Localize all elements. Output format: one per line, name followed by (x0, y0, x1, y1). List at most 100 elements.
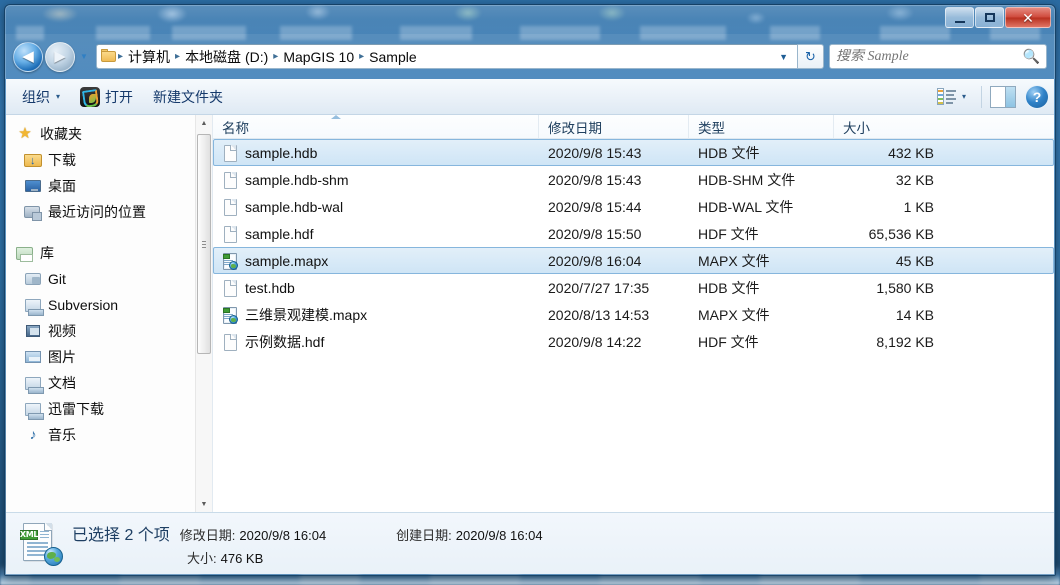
cell-name: 示例数据.hdf (214, 332, 539, 352)
sidebar-item-subversion[interactable]: Subversion (16, 292, 212, 318)
scroll-down-icon[interactable]: ▼ (196, 496, 212, 513)
close-button[interactable]: ✕ (1005, 7, 1051, 28)
maximize-icon (976, 8, 1003, 27)
cell-modified-date: 2020/8/13 14:53 (548, 306, 650, 323)
column-header-date[interactable]: 修改日期 (538, 115, 688, 138)
sidebar-item-label: 最近访问的位置 (48, 204, 146, 220)
change-view-button[interactable]: ▾ (930, 84, 973, 110)
sidebar-item-label: 视频 (48, 323, 76, 339)
column-label: 大小 (843, 120, 870, 136)
cell-modified-date: 2020/9/8 15:50 (548, 225, 642, 242)
chevron-down-icon: ▾ (961, 92, 966, 101)
breadcrumb-item-mapgis10[interactable]: MapGIS 10 (279, 47, 358, 67)
generic-file-icon (222, 279, 238, 297)
refresh-icon: ↻ (805, 48, 816, 64)
scrollbar-thumb[interactable] (197, 134, 211, 354)
close-icon: ✕ (1022, 9, 1034, 26)
table-row[interactable]: test.hdb 2020/7/27 17:35 HDB 文件 1,580 KB (213, 274, 1054, 301)
size-label: 大小: (187, 550, 217, 566)
table-row[interactable]: sample.hdb-wal 2020/9/8 15:44 HDB-WAL 文件 1 … (213, 193, 1054, 220)
table-row[interactable]: sample.hdb-shm 2020/9/8 15:43 HDB-SHM 文件 32… (213, 166, 1054, 193)
back-button[interactable]: ◀ (13, 41, 43, 72)
cell-name: sample.hdb-wal (214, 198, 539, 216)
breadcrumb-separator[interactable]: ▸ (117, 51, 124, 62)
column-header-size[interactable]: 大小 (833, 115, 943, 138)
search-input[interactable] (836, 48, 1023, 65)
cell-modified-date: 2020/9/8 15:43 (548, 144, 642, 161)
sidebar-item-xunlei-downloads[interactable]: 迅雷下载 (16, 396, 212, 422)
sidebar-item-label: Git (48, 271, 66, 287)
cell-name: sample.mapx (214, 252, 539, 270)
search-box[interactable]: 🔍 (829, 44, 1047, 69)
sidebar-item-label: 下载 (48, 152, 76, 168)
sort-ascending-icon (331, 115, 341, 119)
maximize-button[interactable] (975, 7, 1004, 28)
breadcrumb-separator[interactable]: ▸ (272, 51, 279, 62)
nav-group-spacer (16, 225, 212, 240)
nav-group-label: 库 (40, 245, 54, 261)
window-body: ★ 收藏夹 下载 桌面 最近访问的位置 库 (6, 115, 1054, 513)
new-folder-button[interactable]: 新建文件夹 (143, 84, 233, 110)
file-name: sample.mapx (245, 252, 329, 269)
table-row[interactable]: sample.hdb 2020/9/8 15:43 HDB 文件 432 KB (213, 139, 1054, 166)
sidebar-item-desktop[interactable]: 桌面 (16, 173, 212, 199)
breadcrumb-item-computer[interactable]: 计算机 (124, 45, 174, 69)
cell-type: HDB-SHM 文件 (698, 171, 796, 188)
breadcrumb-separator[interactable]: ▸ (358, 51, 365, 62)
back-arrow-icon: ◀ (22, 48, 34, 65)
cell-name: 三维景观建模.mapx (214, 305, 539, 325)
breadcrumb: ▸ 计算机 ▸ 本地磁盘 (D:) ▸ MapGIS 10 ▸ Sample (117, 45, 421, 69)
cell-name: test.hdb (214, 279, 539, 297)
table-row[interactable]: 三维景观建模.mapx 2020/8/13 14:53 MAPX 文件 14 KB (213, 301, 1054, 328)
sidebar-item-git[interactable]: Git (16, 266, 212, 292)
download-folder-icon (24, 152, 42, 168)
nav-group-libraries[interactable]: 库 (16, 240, 212, 266)
file-name: test.hdb (245, 279, 295, 296)
file-name: sample.hdb (245, 144, 318, 161)
recent-pages-button[interactable]: ▼ (77, 48, 91, 66)
toolbar-divider (981, 85, 982, 108)
sidebar-item-label: Subversion (48, 297, 119, 313)
pictures-library-icon (24, 349, 42, 365)
video-library-icon (24, 323, 42, 339)
generic-file-icon (222, 198, 238, 216)
column-label: 修改日期 (548, 120, 602, 136)
scroll-up-icon[interactable]: ▲ (196, 115, 212, 132)
column-header-row: 名称 修改日期 类型 大小 (213, 115, 1054, 139)
sidebar-item-pictures[interactable]: 图片 (16, 344, 212, 370)
sidebar-item-music[interactable]: ♪ 音乐 (16, 422, 212, 448)
open-button[interactable]: 打开 (70, 84, 143, 110)
breadcrumb-item-sample[interactable]: Sample (365, 47, 420, 67)
forward-button[interactable]: ▶ (45, 41, 75, 72)
sidebar-item-label: 桌面 (48, 178, 76, 194)
sidebar-item-recent-places[interactable]: 最近访问的位置 (16, 199, 212, 225)
cell-size: 14 KB (895, 306, 934, 323)
table-row[interactable]: sample.mapx 2020/9/8 16:04 MAPX 文件 45 KB (213, 247, 1054, 274)
sidebar-item-videos[interactable]: 视频 (16, 318, 212, 344)
search-icon: 🔍 (1022, 48, 1040, 64)
organize-label: 组织 (22, 88, 50, 105)
sidebar-item-downloads[interactable]: 下载 (16, 147, 212, 173)
minimize-button[interactable] (945, 7, 974, 28)
column-header-type[interactable]: 类型 (688, 115, 833, 138)
address-dropdown-icon[interactable]: ▼ (770, 52, 797, 62)
table-row[interactable]: sample.hdf 2020/9/8 15:50 HDF 文件 65,536 KB (213, 220, 1054, 247)
breadcrumb-item-local-disk[interactable]: 本地磁盘 (D:) (181, 45, 272, 69)
refresh-button[interactable]: ↻ (798, 44, 824, 69)
address-bar[interactable]: ▸ 计算机 ▸ 本地磁盘 (D:) ▸ MapGIS 10 ▸ Sample ▼ (96, 44, 798, 69)
preview-pane-button[interactable] (990, 85, 1016, 108)
modified-date-field: 修改日期: 2020/9/8 16:04 (180, 525, 326, 544)
sidebar-item-documents[interactable]: 文档 (16, 370, 212, 396)
forward-arrow-icon: ▶ (54, 48, 66, 65)
created-date-value: 2020/9/8 16:04 (455, 527, 543, 543)
cell-modified-date: 2020/9/8 15:43 (548, 171, 642, 188)
column-header-name[interactable]: 名称 (213, 115, 538, 138)
navigation-scrollbar[interactable]: ▲ ▼ (195, 115, 212, 513)
nav-group-favorites[interactable]: ★ 收藏夹 (16, 121, 212, 147)
help-button[interactable]: ? (1026, 85, 1048, 108)
table-row[interactable]: 示例数据.hdf 2020/9/8 14:22 HDF 文件 8,192 KB (213, 328, 1054, 355)
breadcrumb-separator[interactable]: ▸ (174, 51, 181, 62)
organize-button[interactable]: 组织 ▾ (12, 84, 70, 110)
cell-modified-date: 2020/9/8 14:22 (548, 333, 642, 350)
modified-date-label: 修改日期: (179, 527, 236, 543)
